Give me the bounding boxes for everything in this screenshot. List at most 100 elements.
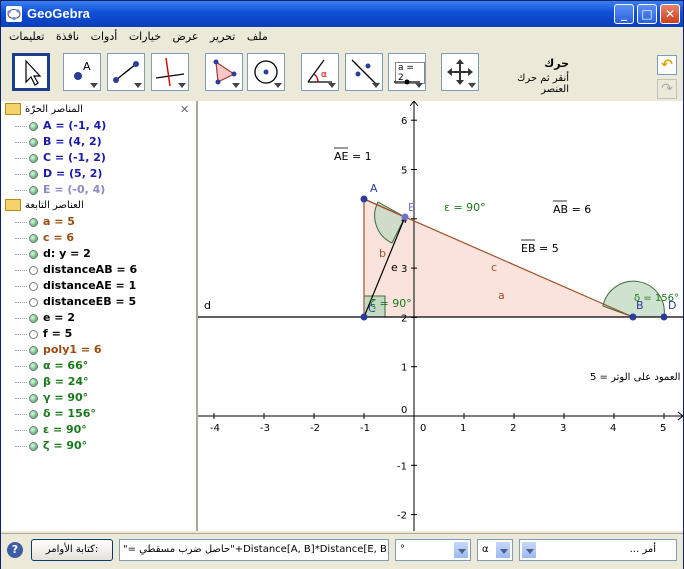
point-a[interactable]	[360, 195, 368, 203]
algebra-object-item[interactable]: distanceAB = 6	[15, 263, 137, 279]
algebra-object-item[interactable]: ζ = 90°	[15, 439, 87, 455]
y-tick-label: 0	[401, 405, 407, 416]
tool-reflect[interactable]	[345, 53, 383, 91]
algebra-object-item[interactable]: C = (-1, 2)	[15, 151, 106, 167]
menu-tools[interactable]: أدوات	[87, 27, 122, 43]
visibility-toggle-icon[interactable]	[29, 217, 38, 227]
redo-button[interactable]: ↷	[657, 79, 677, 99]
tool-angle[interactable]: α	[301, 53, 339, 91]
algebra-object-item[interactable]: α = 66°	[15, 359, 88, 375]
visibility-toggle-icon[interactable]	[29, 377, 38, 387]
point-b[interactable]	[629, 313, 637, 321]
algebra-view[interactable]: ✕ المناصر الحرّة A = (-1, 4) B = (4, 2) C …	[1, 101, 198, 531]
move-arrow-icon	[25, 59, 42, 86]
tool-polygon[interactable]	[205, 53, 243, 91]
algebra-object-item[interactable]: distanceEB = 5	[15, 295, 136, 311]
close-button[interactable]: ✕	[660, 4, 680, 24]
tree-connector	[15, 397, 27, 399]
algebra-object-item[interactable]: a = 5	[15, 215, 75, 231]
command-dropdown[interactable]: أمر ...	[519, 539, 677, 561]
undo-button[interactable]: ↶	[657, 55, 677, 75]
tool-move[interactable]	[12, 53, 50, 91]
visibility-toggle-icon[interactable]	[29, 425, 38, 435]
dropdown-arrow-icon	[495, 541, 511, 559]
visibility-toggle-icon[interactable]	[29, 265, 38, 275]
y-tick-label: -2	[397, 511, 407, 522]
visibility-toggle-icon[interactable]	[29, 153, 38, 163]
graphics-canvas[interactable]: -4-3-2-1012345 6543210-1-2 A B C D E d b…	[198, 101, 683, 531]
algebra-object-text: δ = 156°	[43, 407, 96, 420]
algebra-object-item[interactable]: B = (4, 2)	[15, 135, 102, 151]
command-input[interactable]: "= حاصل ضرب مسقطي"+Distance[A, B]*Distan…	[119, 539, 389, 561]
visibility-toggle-icon[interactable]	[29, 233, 38, 243]
point-d[interactable]	[660, 313, 668, 321]
visibility-toggle-icon[interactable]	[29, 169, 38, 179]
algebra-object-item[interactable]: c = 6	[15, 231, 74, 247]
visibility-toggle-icon[interactable]	[29, 393, 38, 403]
y-tick-label: 3	[401, 264, 407, 275]
visibility-toggle-icon[interactable]	[29, 313, 38, 323]
menu-edit[interactable]: تحرير	[206, 27, 239, 43]
algebra-object-text: E = (-0, 4)	[43, 183, 106, 196]
graphics-view[interactable]: -4-3-2-1012345 6543210-1-2 A B C D E d b…	[198, 101, 683, 531]
folder-dependent-objects[interactable]: العناصر التابعة	[5, 199, 84, 211]
label-distance-ab[interactable]: AB = 6	[553, 203, 591, 216]
visibility-toggle-icon[interactable]	[29, 185, 38, 195]
help-icon[interactable]: ?	[7, 542, 23, 558]
maximize-button[interactable]: □	[637, 4, 657, 24]
visibility-toggle-icon[interactable]	[29, 409, 38, 419]
menu-help[interactable]: تعليمات	[5, 27, 48, 43]
tool-slider[interactable]: a = 2	[388, 53, 426, 91]
tool-move-view[interactable]	[441, 53, 479, 91]
visibility-toggle-icon[interactable]	[29, 345, 38, 355]
algebra-object-item[interactable]: d: y = 2	[15, 247, 91, 263]
visibility-toggle-icon[interactable]	[29, 329, 38, 339]
title-bar[interactable]: GeoGebra _ □ ✕	[1, 1, 683, 27]
tree-connector	[15, 189, 27, 191]
algebra-object-text: distanceAB = 6	[43, 263, 138, 276]
algebra-object-item[interactable]: f = 5	[15, 327, 72, 343]
algebra-object-text: γ = 90°	[43, 391, 89, 404]
tool-perpendicular[interactable]	[151, 53, 189, 91]
visibility-toggle-icon[interactable]	[29, 137, 38, 147]
algebra-object-item[interactable]: ε = 90°	[15, 423, 87, 439]
tool-line[interactable]	[107, 53, 145, 91]
geogebra-app-icon	[6, 6, 22, 22]
algebra-object-text: a = 5	[43, 215, 75, 228]
visibility-toggle-icon[interactable]	[29, 121, 38, 131]
algebra-close-icon[interactable]: ✕	[180, 103, 189, 116]
algebra-object-item[interactable]: poly1 = 6	[15, 343, 102, 359]
tool-circle[interactable]	[247, 53, 285, 91]
algebra-object-item[interactable]: β = 24°	[15, 375, 89, 391]
label-distance-ae[interactable]: AE = 1	[334, 150, 372, 163]
algebra-object-item[interactable]: A = (-1, 4)	[15, 119, 106, 135]
label-distance-eb[interactable]: EB = 5	[521, 242, 559, 255]
menu-options[interactable]: خيارات	[125, 27, 165, 43]
visibility-toggle-icon[interactable]	[29, 297, 38, 307]
point-c[interactable]	[360, 313, 368, 321]
visibility-toggle-icon[interactable]	[29, 441, 38, 451]
visibility-toggle-icon[interactable]	[29, 361, 38, 371]
visibility-toggle-icon[interactable]	[29, 281, 38, 291]
algebra-object-item[interactable]: D = (5, 2)	[15, 167, 102, 183]
algebra-object-item[interactable]: γ = 90°	[15, 391, 88, 407]
menu-view[interactable]: عرض	[169, 27, 203, 43]
algebra-object-item[interactable]: e = 2	[15, 311, 75, 327]
input-command-button[interactable]: كتابة الأوامر:	[31, 539, 113, 561]
algebra-object-item[interactable]: δ = 156°	[15, 407, 96, 423]
menu-file[interactable]: ملف	[243, 27, 272, 43]
text-note-altitude[interactable]: مربع طول العمود على الوتر = 5	[590, 372, 683, 383]
algebra-object-text: A = (-1, 4)	[43, 119, 107, 132]
y-tick-label: -1	[397, 461, 407, 472]
algebra-object-item[interactable]: distanceAE = 1	[15, 279, 136, 295]
visibility-toggle-icon[interactable]	[29, 249, 38, 259]
greek-dropdown[interactable]: α	[477, 539, 513, 561]
folder-free-objects[interactable]: المناصر الحرّة	[5, 103, 83, 115]
menu-window[interactable]: نافذة	[52, 27, 83, 43]
symbol-dropdown[interactable]: °	[395, 539, 471, 561]
algebra-object-item[interactable]: E = (-0, 4)	[15, 183, 105, 199]
point-e[interactable]	[401, 213, 409, 221]
tool-point[interactable]: A	[63, 53, 101, 91]
minimize-button[interactable]: _	[614, 4, 634, 24]
x-tick-label: -1	[360, 423, 370, 434]
